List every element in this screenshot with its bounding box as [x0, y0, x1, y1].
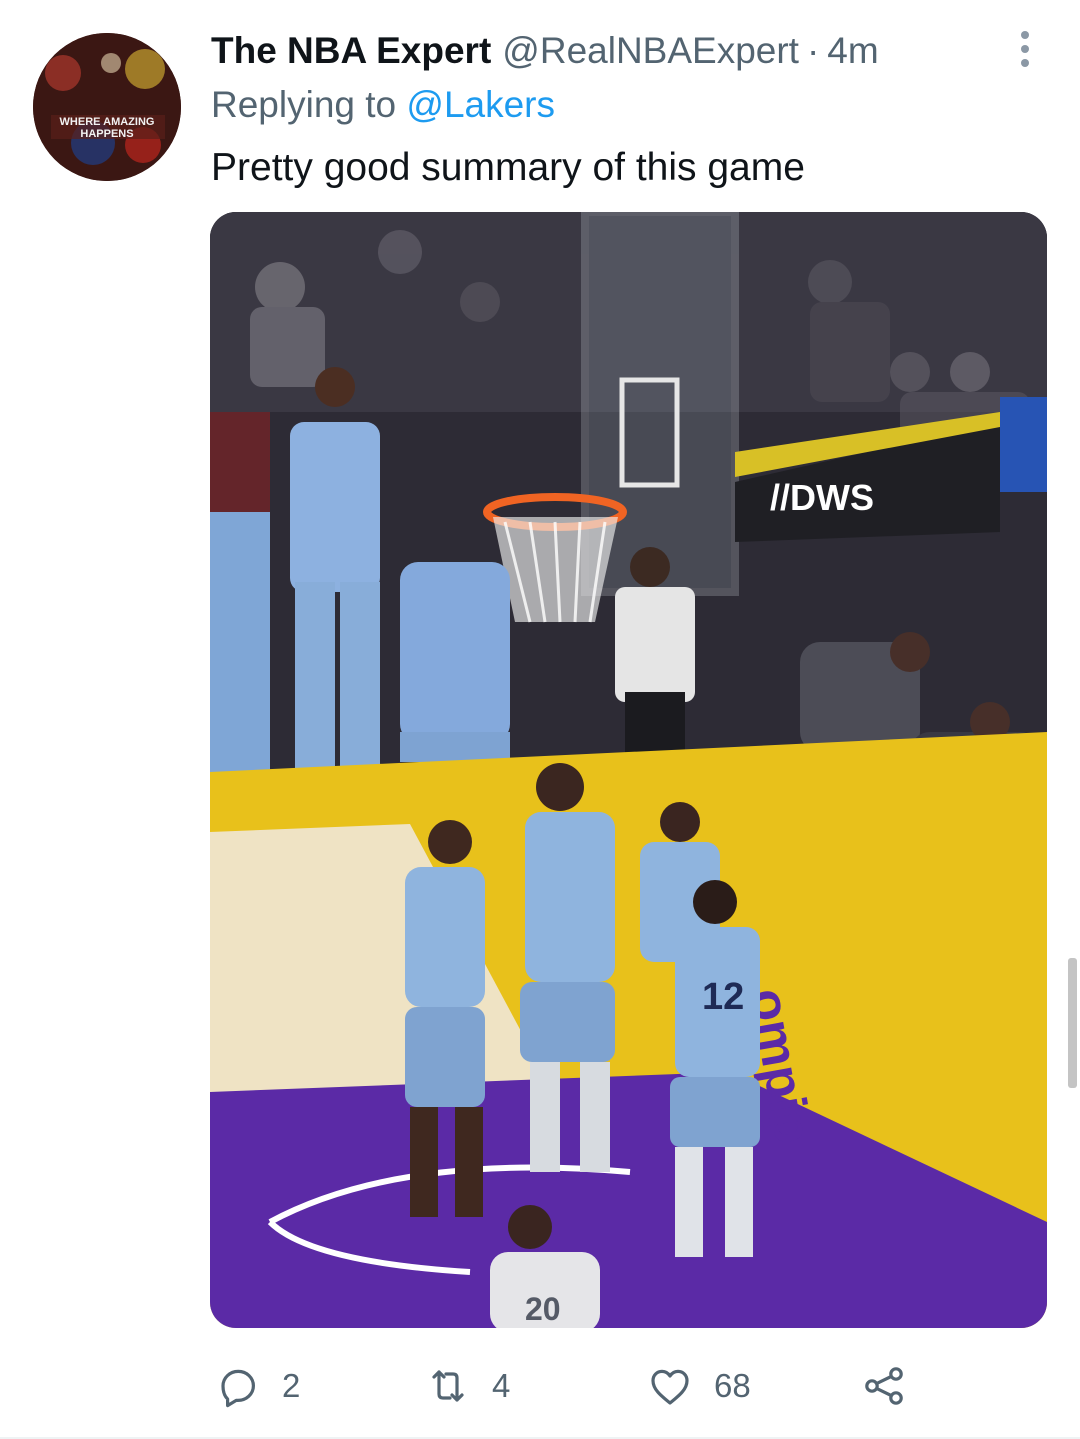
replying-to-line: Replying to @Lakers [211, 84, 555, 126]
reply-mention-link[interactable]: @Lakers [406, 84, 555, 125]
tweet-media-image[interactable]: //DWS ompip 12 20 [210, 212, 1047, 1328]
retweet-count: 4 [492, 1367, 511, 1404]
svg-text:HAPPENS: HAPPENS [80, 128, 133, 140]
like-button[interactable]: 68 [646, 1356, 751, 1416]
jersey-number-12: 12 [702, 976, 744, 1018]
more-options-button[interactable] [1010, 28, 1040, 70]
jersey-number-20: 20 [525, 1291, 561, 1327]
retweet-button[interactable]: 4 [424, 1356, 510, 1416]
more-dot-icon [1021, 45, 1029, 53]
retweet-arrows-icon [432, 1370, 464, 1402]
avatar-image: WHERE AMAZING HAPPENS [33, 33, 181, 181]
scrollbar-thumb[interactable] [1068, 958, 1077, 1088]
svg-text:WHERE AMAZING: WHERE AMAZING [60, 116, 155, 128]
share-button[interactable] [860, 1356, 908, 1416]
tweet-header: The NBA Expert @RealNBAExpert · 4m [211, 28, 879, 74]
share-nodes-icon [865, 1367, 903, 1405]
heart-outline-icon [651, 1369, 689, 1405]
basketball-game-photo: //DWS ompip 12 20 [210, 212, 1047, 1328]
replying-to-label: Replying to [211, 84, 397, 125]
reply-count: 2 [282, 1367, 301, 1404]
tweet-text: Pretty good summary of this game [211, 146, 805, 189]
author-handle[interactable]: @RealNBAExpert [502, 30, 799, 72]
sponsor-sign-text: //DWS [770, 477, 874, 518]
tweet-timestamp[interactable]: 4m [827, 30, 878, 72]
like-count: 68 [714, 1367, 751, 1404]
tweet-action-bar: 2 4 68 [212, 1356, 932, 1416]
more-dot-icon [1021, 59, 1029, 67]
speech-bubble-icon [221, 1369, 255, 1408]
header-separator: · [806, 30, 820, 71]
more-dot-icon [1021, 31, 1029, 39]
reply-button[interactable]: 2 [214, 1356, 300, 1416]
author-avatar[interactable]: WHERE AMAZING HAPPENS [33, 33, 181, 181]
author-display-name[interactable]: The NBA Expert [211, 30, 491, 72]
